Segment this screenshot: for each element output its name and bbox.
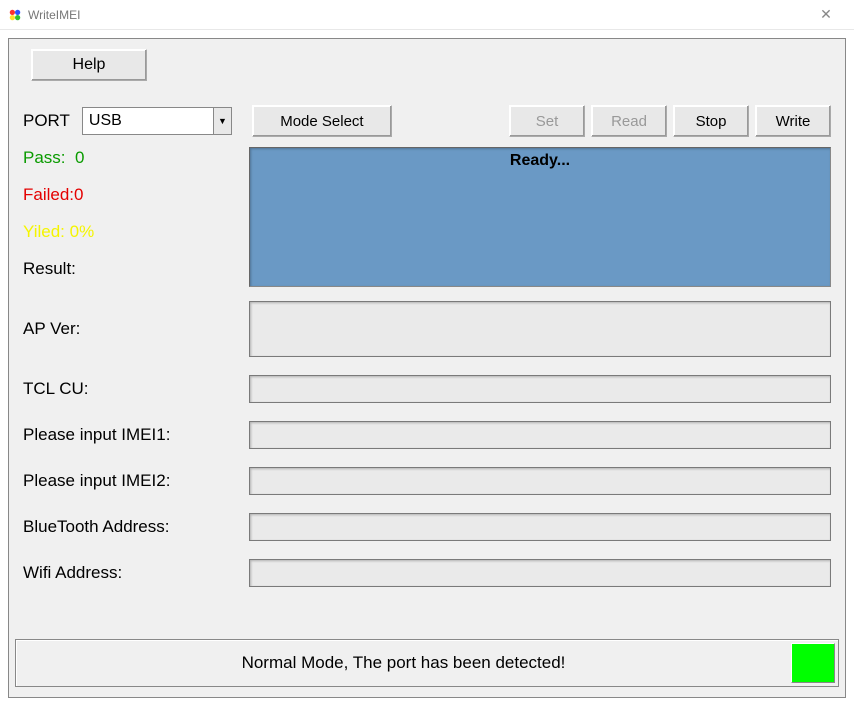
port-select[interactable]: USB ▼ [82, 107, 232, 135]
ap-ver-label: AP Ver: [23, 319, 249, 339]
fields-area: AP Ver: TCL CU: Please input IMEI1: Plea… [23, 301, 831, 605]
status-text: Normal Mode, The port has been detected! [16, 653, 791, 673]
wifi-row: Wifi Address: [23, 559, 831, 587]
imei2-field[interactable] [249, 467, 831, 495]
help-button[interactable]: Help [31, 49, 147, 81]
imei2-row: Please input IMEI2: [23, 467, 831, 495]
status-display-text: Ready... [510, 152, 570, 169]
yield-label: Yiled: [23, 222, 65, 241]
pass-stat: Pass: 0 [23, 149, 253, 166]
failed-label: Failed: [23, 185, 74, 204]
read-button[interactable]: Read [591, 105, 667, 137]
status-display-box: Ready... [249, 147, 831, 287]
window-title: WriteIMEI [28, 8, 806, 22]
yield-value: 0% [70, 222, 95, 241]
stats-panel: Pass: 0 Failed:0 Yiled: 0% Result: [23, 149, 253, 297]
imei1-field[interactable] [249, 421, 831, 449]
port-select-value: USB [89, 112, 122, 130]
write-button[interactable]: Write [755, 105, 831, 137]
port-label: PORT [23, 111, 70, 131]
app-icon [8, 8, 22, 22]
bluetooth-label: BlueTooth Address: [23, 517, 249, 537]
bluetooth-row: BlueTooth Address: [23, 513, 831, 541]
failed-stat: Failed:0 [23, 186, 253, 203]
tcl-cu-row: TCL CU: [23, 375, 831, 403]
chevron-down-icon: ▼ [213, 108, 231, 134]
wifi-field[interactable] [249, 559, 831, 587]
status-bar: Normal Mode, The port has been detected! [15, 639, 839, 687]
wifi-label: Wifi Address: [23, 563, 249, 583]
ap-ver-field[interactable] [249, 301, 831, 357]
set-button[interactable]: Set [509, 105, 585, 137]
main-panel: Help PORT USB ▼ Mode Select Set Read Sto… [8, 38, 846, 698]
stop-button[interactable]: Stop [673, 105, 749, 137]
yield-stat: Yiled: 0% [23, 223, 253, 240]
tcl-cu-label: TCL CU: [23, 379, 249, 399]
action-button-group: Set Read Stop Write [509, 105, 831, 137]
status-indicator [791, 643, 835, 683]
bluetooth-field[interactable] [249, 513, 831, 541]
tcl-cu-field[interactable] [249, 375, 831, 403]
top-controls-row: PORT USB ▼ Mode Select Set Read Stop Wri… [23, 105, 831, 137]
window-titlebar: WriteIMEI ✕ [0, 0, 854, 30]
imei2-label: Please input IMEI2: [23, 471, 249, 491]
imei1-label: Please input IMEI1: [23, 425, 249, 445]
pass-label: Pass: [23, 148, 66, 167]
ap-ver-row: AP Ver: [23, 301, 831, 357]
close-icon[interactable]: ✕ [806, 6, 846, 23]
failed-value: 0 [74, 185, 83, 204]
imei1-row: Please input IMEI1: [23, 421, 831, 449]
result-label: Result: [23, 260, 253, 277]
mode-select-button[interactable]: Mode Select [252, 105, 392, 137]
pass-value: 0 [75, 148, 84, 167]
